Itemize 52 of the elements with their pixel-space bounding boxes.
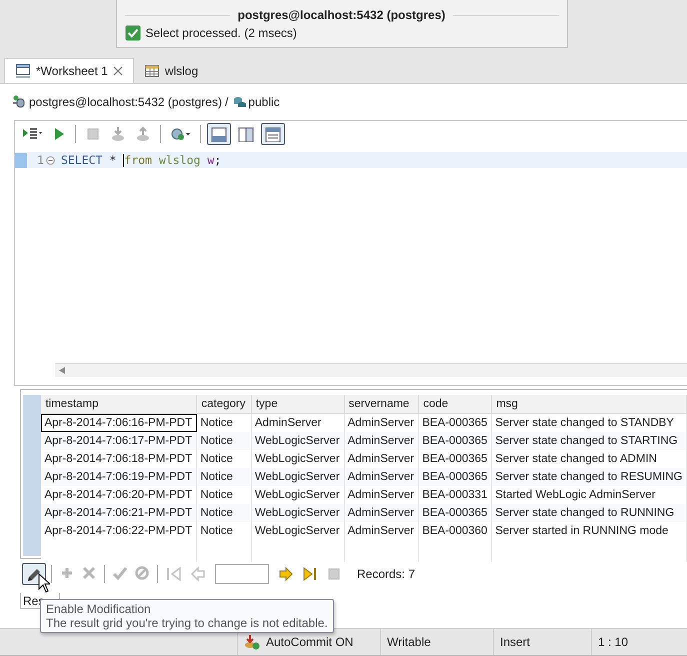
table-cell: Server state changed to STARTING <box>492 432 686 450</box>
table-cell: AdminServer <box>344 432 419 450</box>
column-header[interactable]: type <box>251 395 344 414</box>
table-cell: Apr-8-2014-7:06:16-PM-PDT <box>41 414 197 432</box>
column-header[interactable]: servername <box>344 395 419 414</box>
path-separator: / <box>224 95 228 109</box>
editor-tab[interactable]: *Worksheet 1 <box>4 58 134 83</box>
table-cell: AdminServer <box>344 504 419 522</box>
status-field: AutoCommit ON <box>237 629 380 655</box>
record-count: Records: 7 <box>357 567 416 581</box>
status-field: Insert <box>493 629 591 655</box>
table-cell: WebLogicServer <box>251 468 344 486</box>
column-header[interactable]: category <box>196 395 252 414</box>
page-field[interactable] <box>215 564 269 584</box>
table-cell: WebLogicServer <box>251 504 344 522</box>
table-cell: Server state changed to RESUMING <box>492 468 686 486</box>
schema-icon <box>233 95 248 109</box>
status-field: Writable <box>380 629 493 655</box>
table-cell: Server state changed to RUNNING <box>492 504 686 522</box>
fold-icon[interactable] <box>46 156 55 164</box>
tooltip-title: Enable Modification <box>46 602 152 616</box>
line-number: 1 <box>37 153 44 167</box>
tooltip-text: The result grid you're trying to change is not editable. <box>46 616 328 630</box>
horizontal-scrollbar[interactable] <box>55 363 687 377</box>
table-cell: Apr-8-2014-7:06:19-PM-PDT <box>41 468 197 486</box>
table-cell: AdminServer <box>344 468 419 486</box>
notification-message: Select processed. (2 msecs) <box>146 26 297 40</box>
sql-statement: SELECT * from wlslog w; <box>60 153 222 167</box>
column-header[interactable]: timestamp <box>41 395 197 414</box>
bookmark-marker <box>15 152 27 168</box>
table-cell: Apr-8-2014-7:06:17-PM-PDT <box>41 432 197 450</box>
table-cell: Notice <box>196 504 252 522</box>
table-cell: WebLogicServer <box>251 432 344 450</box>
sql-sheet-icon <box>15 63 31 79</box>
column-header[interactable]: code <box>418 395 492 414</box>
table-cell: Notice <box>196 432 252 450</box>
editor-tab[interactable]: wlslog <box>134 59 208 83</box>
table-cell: Apr-8-2014-7:06:21-PM-PDT <box>41 504 197 522</box>
close-icon[interactable] <box>112 66 123 76</box>
column-header[interactable]: msg <box>492 395 686 414</box>
table-cell: BEA-000365 <box>418 468 492 486</box>
table-icon <box>144 63 160 79</box>
table-cell: BEA-000365 <box>418 432 492 450</box>
autocommit-icon <box>244 634 260 650</box>
table-cell: BEA-000365 <box>418 504 492 522</box>
notification-title: postgres@localhost:5432 (postgres) <box>238 8 446 22</box>
success-check-icon <box>124 25 140 41</box>
table-cell: Notice <box>196 468 252 486</box>
schema-name[interactable]: public <box>248 95 280 109</box>
status-field: 1 : 10 <box>591 629 674 655</box>
scroll-left-icon[interactable] <box>59 367 65 374</box>
connection-name[interactable]: postgres@localhost:5432 (postgres) <box>29 95 222 109</box>
